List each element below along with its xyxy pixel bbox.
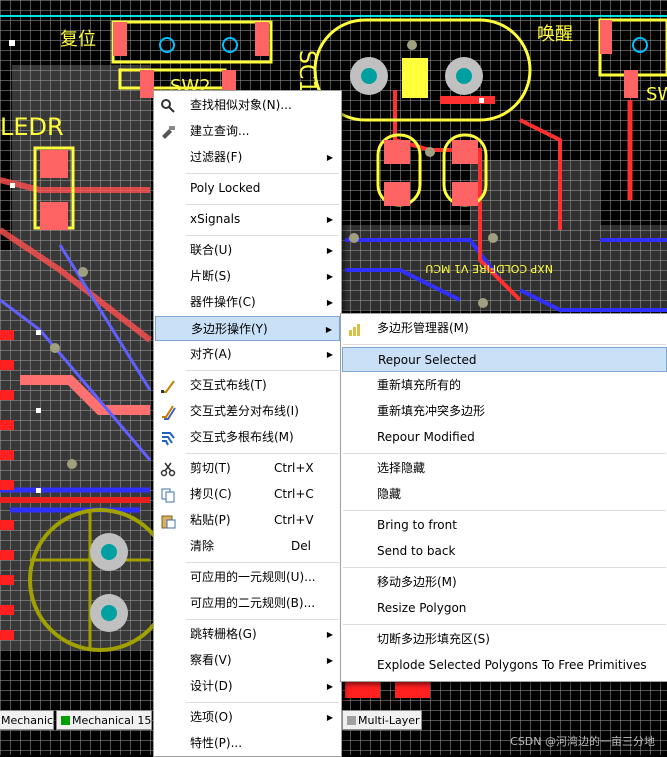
submenu-item-polygon-manager[interactable]: 多边形管理器(M)	[342, 316, 667, 341]
submenu-arrow-icon: ▶	[326, 630, 333, 639]
silk-label-reset: 复位	[60, 29, 96, 50]
menu-item-filter[interactable]: 过滤器(F) ▶	[155, 145, 340, 170]
submenu-item-move-polygon[interactable]: 移动多边形(M)	[342, 570, 667, 595]
menu-item-cut[interactable]: 剪切(T) Ctrl+X	[155, 456, 340, 481]
silk-label-mcu: NXP COLDFIRE V1 MCU	[425, 262, 553, 275]
menu-item-find-similar[interactable]: 查找相似对象(N)...	[155, 93, 340, 118]
layer-tab-bar: Mechanical 1 Mechanical 15 Multi-Layer	[0, 709, 667, 733]
silk-label-ledr: LEDR	[0, 113, 64, 141]
menu-item-polygon-actions[interactable]: 多边形操作(Y) ▶	[155, 316, 340, 341]
submenu-arrow-icon: ▶	[326, 298, 333, 307]
submenu-arrow-icon: ▶	[326, 682, 333, 691]
menu-separator	[343, 567, 666, 568]
menu-item-binary-rules[interactable]: 可应用的二元规则(B)...	[155, 591, 340, 616]
menu-item-properties[interactable]: 特性(P)...	[155, 731, 340, 756]
menu-item-paste[interactable]: 粘贴(P) Ctrl+V	[155, 508, 340, 533]
multi-route-icon	[162, 432, 175, 446]
submenu-item-repour-violating[interactable]: 重新填充冲突多边形	[342, 399, 667, 424]
route-icon	[161, 380, 175, 393]
menu-separator	[186, 173, 339, 174]
menu-separator	[343, 510, 666, 511]
submenu-item-explode-polygons[interactable]: Explode Selected Polygons To Free Primit…	[342, 653, 667, 678]
menu-item-view[interactable]: 察看(V) ▶	[155, 648, 340, 673]
polygon-actions-submenu: 多边形管理器(M) Repour Selected 重新填充所有的 重新填充冲突…	[340, 313, 667, 682]
submenu-item-hide[interactable]: 隐藏	[342, 482, 667, 507]
submenu-item-bring-to-front[interactable]: Bring to front	[342, 513, 667, 538]
menu-separator	[186, 702, 339, 703]
menu-item-union[interactable]: 联合(U) ▶	[155, 238, 340, 263]
submenu-item-repour-selected[interactable]: Repour Selected	[342, 347, 667, 372]
menu-item-snippets[interactable]: 片断(S) ▶	[155, 264, 340, 289]
menu-separator	[343, 344, 666, 345]
submenu-item-repour-modified[interactable]: Repour Modified	[342, 425, 667, 450]
submenu-arrow-icon: ▶	[326, 656, 333, 665]
menu-item-build-query[interactable]: 建立查询...	[155, 119, 340, 144]
menu-item-clear[interactable]: 清除 Del	[155, 534, 340, 559]
menu-item-snap-grid[interactable]: 跳转栅格(G) ▶	[155, 622, 340, 647]
menu-item-poly-locked[interactable]: Poly Locked	[155, 176, 340, 201]
silk-label-sc1: SC1	[294, 50, 319, 93]
submenu-item-select-hidden[interactable]: 选择隐藏	[342, 456, 667, 481]
submenu-item-repour-all[interactable]: 重新填充所有的	[342, 373, 667, 398]
menu-separator	[186, 453, 339, 454]
menu-separator	[186, 235, 339, 236]
menu-separator	[343, 453, 666, 454]
silk-label-sw1: SW1	[646, 84, 667, 105]
submenu-arrow-icon: ▶	[326, 272, 333, 281]
menu-item-align[interactable]: 对齐(A) ▶	[155, 342, 340, 367]
submenu-arrow-icon: ▶	[326, 215, 333, 224]
silk-label-wake: 唤醒	[537, 24, 573, 45]
menu-item-diff-pair-routing[interactable]: 交互式差分对布线(I)	[155, 399, 340, 424]
cut-icon	[160, 462, 176, 477]
menu-item-copy[interactable]: 拷贝(C) Ctrl+C	[155, 482, 340, 507]
menu-item-design[interactable]: 设计(D) ▶	[155, 674, 340, 699]
menu-separator	[186, 370, 339, 371]
menu-item-unary-rules[interactable]: 可应用的一元规则(U)...	[155, 565, 340, 590]
menu-separator	[186, 619, 339, 620]
polygon-pour-left	[0, 65, 150, 650]
submenu-arrow-icon: ▶	[325, 325, 332, 334]
menu-separator	[186, 204, 339, 205]
diff-pair-icon	[162, 405, 176, 420]
context-menu: 查找相似对象(N)... 建立查询... 过滤器(F) ▶ Poly Locke…	[153, 90, 342, 757]
copy-icon	[161, 488, 175, 503]
menu-separator	[343, 624, 666, 625]
layer-color-swatch	[61, 716, 70, 725]
layer-tab-mechanical-15[interactable]: Mechanical 15	[56, 710, 152, 730]
watermark-text: CSDN @河湾边的一亩三分地	[510, 735, 655, 748]
menu-item-multi-routing[interactable]: 交互式多根布线(M)	[155, 425, 340, 450]
submenu-item-resize-polygon[interactable]: Resize Polygon	[342, 596, 667, 621]
layer-tab-mechanical-1[interactable]: Mechanical 1	[0, 710, 73, 730]
layer-color-swatch	[347, 716, 356, 725]
submenu-arrow-icon: ▶	[326, 153, 333, 162]
menu-item-xsignals[interactable]: xSignals ▶	[155, 207, 340, 232]
paste-icon	[161, 515, 176, 529]
submenu-item-send-to-back[interactable]: Send to back	[342, 539, 667, 564]
submenu-item-slice-polygon[interactable]: 切断多边形填充区(S)	[342, 627, 667, 652]
menu-item-interactive-routing[interactable]: 交互式布线(T)	[155, 373, 340, 398]
search-icon	[161, 99, 175, 113]
menu-separator	[186, 562, 339, 563]
layer-tab-multi-layer[interactable]: Multi-Layer	[342, 710, 422, 730]
menu-item-component-actions[interactable]: 器件操作(C) ▶	[155, 290, 340, 315]
polygon-manager-icon	[349, 324, 360, 336]
query-icon	[162, 126, 175, 139]
submenu-arrow-icon: ▶	[326, 246, 333, 255]
submenu-arrow-icon: ▶	[326, 350, 333, 359]
